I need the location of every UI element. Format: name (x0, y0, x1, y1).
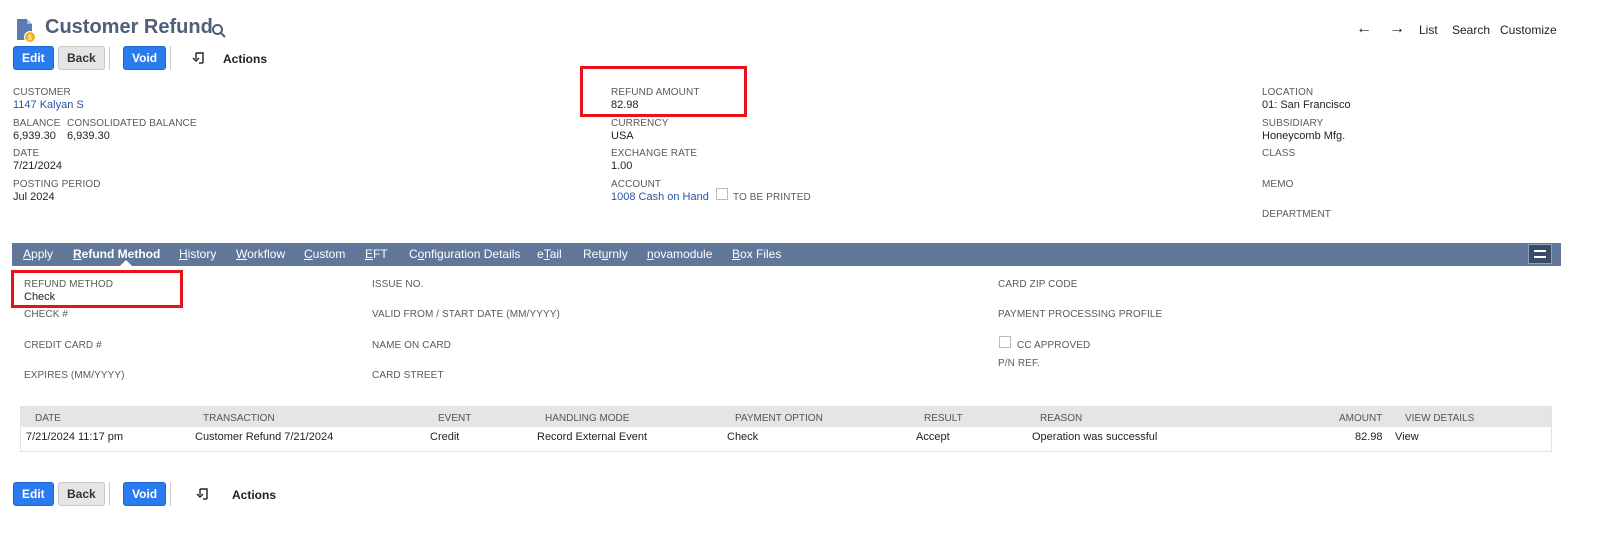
tab-configuration-details[interactable]: Configuration Details (409, 247, 520, 261)
refund-method-value: Check (24, 291, 56, 303)
actions-menu-bottom[interactable]: Actions (232, 488, 276, 502)
tab-etail[interactable]: eTail (537, 247, 562, 261)
expires-label: EXPIRES (MM/YYYY) (24, 370, 125, 381)
location-label: LOCATION (1262, 87, 1314, 98)
tab-eft[interactable]: EFT (365, 247, 388, 261)
posting-period-value: Jul 2024 (13, 191, 55, 203)
tab-custom[interactable]: Custom (304, 247, 345, 261)
cell-amount: 82.98 (1355, 431, 1383, 443)
consolidated-balance-value: 6,939.30 (67, 130, 110, 142)
balance-label: BALANCE (13, 118, 61, 129)
tab-novamodule[interactable]: novamodule (647, 247, 712, 261)
cc-approved-label: CC APPROVED (1017, 340, 1091, 351)
issue-number-label: ISSUE NO. (372, 279, 424, 290)
to-be-printed-label: TO BE PRINTED (733, 192, 811, 203)
void-button[interactable]: Void (123, 46, 167, 70)
search-link[interactable]: Search (1452, 23, 1490, 37)
balance-value: 6,939.30 (13, 130, 56, 142)
column-header-payment-option: PAYMENT OPTION (735, 413, 823, 424)
class-label: CLASS (1262, 148, 1296, 159)
active-tab-indicator (120, 260, 132, 266)
card-street-label: CARD STREET (372, 370, 444, 381)
page-title: Customer Refund (45, 16, 213, 38)
column-header-handling-mode: HANDLING MODE (545, 413, 630, 424)
pn-ref-label: P/N REF. (998, 358, 1040, 369)
toolbar-divider (170, 46, 171, 70)
customer-refund-record-icon: $ (15, 18, 37, 44)
column-header-reason: REASON (1040, 413, 1083, 424)
transaction-link[interactable]: Customer Refund 7/21/2024 (195, 431, 333, 443)
customize-link[interactable]: Customize (1500, 23, 1557, 37)
column-header-view-details: VIEW DETAILS (1405, 413, 1475, 424)
list-link[interactable]: List (1419, 23, 1438, 37)
card-zip-code-label: CARD ZIP CODE (998, 279, 1078, 290)
column-header-date: DATE (35, 413, 61, 424)
tab-box-files[interactable]: Box Files (732, 247, 781, 261)
toolbar-divider (170, 482, 171, 506)
exchange-rate-label: EXCHANGE RATE (611, 148, 698, 159)
back-button-bottom[interactable]: Back (58, 482, 105, 506)
back-button[interactable]: Back (58, 46, 105, 70)
payment-processing-profile-label: PAYMENT PROCESSING PROFILE (998, 309, 1163, 320)
tab-refund-method[interactable]: Refund Method (73, 247, 160, 261)
cell-event: Credit (430, 431, 460, 443)
tab-layout-toggle-icon[interactable] (1528, 244, 1552, 264)
refund-method-label: REFUND METHOD (24, 279, 114, 290)
refund-amount-label: REFUND AMOUNT (611, 87, 700, 98)
currency-value: USA (611, 130, 634, 142)
cell-handling-mode: Record External Event (537, 431, 648, 443)
column-header-event: EVENT (438, 413, 472, 424)
name-on-card-label: NAME ON CARD (372, 340, 451, 351)
department-label: DEPARTMENT (1262, 209, 1331, 220)
consolidated-balance-label: CONSOLIDATED BALANCE (67, 118, 197, 129)
tab-returnly[interactable]: Returnly (583, 247, 628, 261)
void-button-bottom[interactable]: Void (123, 482, 167, 506)
cell-payment-option: Check (727, 431, 759, 443)
toolbar-divider (109, 46, 110, 70)
currency-label: CURRENCY (611, 118, 669, 129)
actions-icon[interactable] (196, 486, 212, 502)
date-label: DATE (13, 148, 40, 159)
location-value: 01: San Francisco (1262, 99, 1351, 111)
cc-approved-checkbox (999, 336, 1011, 348)
tab-history[interactable]: History (179, 247, 216, 261)
tab-apply[interactable]: Apply (23, 247, 53, 261)
payment-events-table: DATE TRANSACTION EVENT HANDLING MODE PAY… (20, 406, 1552, 452)
search-icon[interactable] (211, 23, 227, 39)
column-header-amount: AMOUNT (1339, 413, 1383, 424)
memo-label: MEMO (1262, 179, 1294, 190)
column-header-transaction: TRANSACTION (203, 413, 275, 424)
subsidiary-label: SUBSIDIARY (1262, 118, 1324, 129)
customer-link[interactable]: 1147 Kalyan S (13, 99, 84, 111)
date-value: 7/21/2024 (13, 160, 62, 172)
view-details-link[interactable]: View (1395, 431, 1419, 443)
valid-from-label: VALID FROM / START DATE (MM/YYYY) (372, 309, 560, 320)
refund-amount-value: 82.98 (611, 99, 639, 111)
edit-button-bottom[interactable]: Edit (13, 482, 54, 506)
cell-reason: Operation was successful (1032, 431, 1158, 443)
previous-record-arrow-icon[interactable]: ← (1356, 20, 1372, 38)
account-link[interactable]: 1008 Cash on Hand (611, 191, 709, 203)
svg-text:$: $ (28, 35, 32, 42)
posting-period-label: POSTING PERIOD (13, 179, 101, 190)
check-number-label: CHECK # (24, 309, 69, 320)
actions-menu[interactable]: Actions (223, 52, 267, 66)
column-header-result: RESULT (924, 413, 963, 424)
subtab-bar: Apply Refund Method History Workflow Cus… (12, 243, 1561, 266)
tab-workflow[interactable]: Workflow (236, 247, 285, 261)
table-header: DATE TRANSACTION EVENT HANDLING MODE PAY… (21, 407, 1551, 427)
actions-icon[interactable] (192, 50, 208, 66)
subsidiary-value: Honeycomb Mfg. (1262, 130, 1346, 142)
exchange-rate-value: 1.00 (611, 160, 633, 172)
customer-label: CUSTOMER (13, 87, 71, 98)
cell-date: 7/21/2024 11:17 pm (26, 431, 124, 443)
next-record-arrow-icon[interactable]: → (1389, 20, 1405, 38)
cell-result: Accept (916, 431, 950, 443)
toolbar-divider (109, 482, 110, 506)
account-label: ACCOUNT (611, 179, 662, 190)
edit-button[interactable]: Edit (13, 46, 54, 70)
to-be-printed-checkbox (716, 188, 728, 200)
credit-card-number-label: CREDIT CARD # (24, 340, 102, 351)
